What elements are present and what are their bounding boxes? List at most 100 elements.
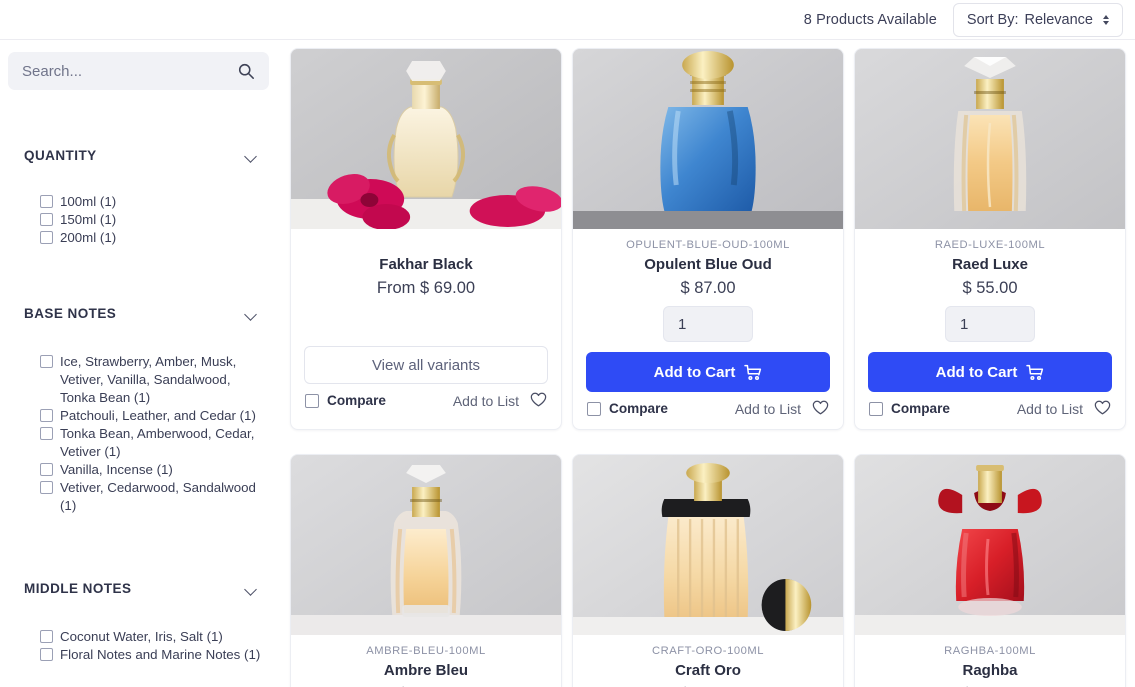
product-actions: Compare Add to List (573, 400, 843, 429)
product-listing-page: 8 Products Available Sort By: Relevance … (0, 0, 1135, 687)
product-actions: Compare Add to List (291, 392, 561, 421)
compare-checkbox[interactable]: Compare (587, 401, 668, 416)
facet-quantity-header[interactable]: QUANTITY (0, 148, 278, 163)
quantity-input[interactable] (663, 306, 753, 342)
checkbox[interactable] (305, 393, 319, 408)
facet-quantity-options: 100ml (1) 150ml (1) 200ml (1) (0, 163, 278, 247)
add-to-list-label: Add to List (734, 400, 801, 417)
shopping-cart-icon (744, 364, 762, 381)
product-image-fakhar-black[interactable] (291, 49, 561, 229)
compare-label: Compare (609, 401, 668, 416)
product-image-raghba[interactable] (855, 455, 1125, 635)
facet-option[interactable]: Floral Notes and Marine Notes (1) (40, 646, 264, 664)
product-card[interactable]: OPULENT-BLUE-OUD-100ML Opulent Blue Oud … (572, 48, 844, 430)
facet-option-label: Floral Notes and Marine Notes (1) (60, 647, 261, 662)
product-info: RAGHBA-100ML Raghba $ 46.00 Add to Cart (855, 635, 1125, 687)
product-info: RAED-LUXE-100ML Raed Luxe $ 55.00 Add to… (855, 229, 1125, 400)
product-name: Craft Oro (675, 662, 741, 679)
chevron-down-icon[interactable] (245, 310, 257, 317)
facet-option[interactable]: Coconut Water, Iris, Salt (1) (40, 628, 264, 646)
facet-base-notes-header[interactable]: BASE NOTES (0, 306, 278, 321)
checkbox[interactable] (40, 231, 53, 244)
view-all-variants-button[interactable]: View all variants (304, 346, 548, 384)
facet-option[interactable]: 150ml (1) (40, 211, 264, 229)
product-row: AMBRE-BLEU-100ML Ambre Bleu $ 93.00 Add … (290, 454, 1135, 687)
checkbox[interactable] (40, 630, 53, 643)
facet-option[interactable]: Ice, Strawberry, Amber, Musk, Vetiver, V… (40, 353, 264, 407)
product-card[interactable]: Fakhar Black From $ 69.00 View all varia… (290, 48, 562, 430)
search-icon[interactable] (237, 62, 255, 80)
checkbox[interactable] (40, 481, 53, 494)
compare-label: Compare (327, 393, 386, 408)
product-sku: RAED-LUXE-100ML (934, 239, 1046, 251)
compare-checkbox[interactable]: Compare (869, 401, 950, 416)
sort-by-label: Sort By: (966, 11, 1019, 28)
product-grid: Fakhar Black From $ 69.00 View all varia… (290, 48, 1135, 687)
sort-by-value: Relevance (1024, 11, 1093, 28)
heart-icon[interactable] (812, 400, 829, 417)
facet-quantity-title: QUANTITY (24, 148, 97, 163)
checkbox[interactable] (40, 427, 53, 440)
facet-option-label: Tonka Bean, Amberwood, Cedar, Vetiver (1… (60, 426, 255, 459)
checkbox[interactable] (40, 648, 53, 661)
facet-option-label: 100ml (1) (60, 194, 117, 209)
add-to-cart-button[interactable]: Add to Cart (868, 352, 1112, 392)
product-info: AMBRE-BLEU-100ML Ambre Bleu $ 93.00 Add … (291, 635, 561, 687)
product-sku: CRAFT-ORO-100ML (651, 645, 765, 657)
chevron-down-icon[interactable] (245, 585, 257, 592)
product-image-opulent-blue-oud[interactable] (573, 49, 843, 229)
sort-by-select[interactable]: Sort By: Relevance (952, 2, 1123, 37)
filters-sidebar: QUANTITY 100ml (1) 150ml (1) 200ml (1) (0, 40, 278, 687)
product-card[interactable]: RAGHBA-100ML Raghba $ 46.00 Add to Cart (854, 454, 1126, 687)
product-image-raed-luxe[interactable] (855, 49, 1125, 229)
add-to-list-button[interactable]: Add to List (1017, 400, 1111, 417)
facet-option[interactable]: Vetiver, Cedarwood, Sandalwood (1) (40, 479, 264, 515)
heart-icon[interactable] (530, 392, 547, 409)
product-price: From $ 69.00 (376, 279, 476, 297)
facet-option[interactable]: Patchouli, Leather, and Cedar (1) (40, 407, 264, 425)
facet-middle-notes-header[interactable]: MIDDLE NOTES (0, 581, 278, 596)
product-row: Fakhar Black From $ 69.00 View all varia… (290, 48, 1135, 430)
add-to-cart-label: Add to Cart (935, 363, 1018, 381)
add-to-list-button[interactable]: Add to List (453, 392, 547, 409)
add-to-list-button[interactable]: Add to List (735, 400, 829, 417)
facet-quantity: QUANTITY 100ml (1) 150ml (1) 200ml (1) (0, 148, 278, 247)
checkbox[interactable] (587, 401, 601, 416)
facet-middle-notes-options: Coconut Water, Iris, Salt (1) Floral Not… (0, 596, 278, 664)
facet-option-label: Patchouli, Leather, and Cedar (1) (60, 408, 256, 423)
chevron-down-icon[interactable] (245, 152, 257, 159)
product-card[interactable]: CRAFT-ORO-100ML Craft Oro $ 75.00 Add to… (572, 454, 844, 687)
add-to-list-label: Add to List (1016, 400, 1083, 417)
checkbox[interactable] (40, 463, 53, 476)
quantity-input[interactable] (945, 306, 1035, 342)
checkbox[interactable] (40, 213, 53, 226)
checkbox[interactable] (40, 355, 53, 368)
product-name: Raed Luxe (952, 256, 1028, 273)
facet-option-label: Vetiver, Cedarwood, Sandalwood (1) (60, 480, 256, 513)
facet-option[interactable]: Tonka Bean, Amberwood, Cedar, Vetiver (1… (40, 425, 264, 461)
compare-label: Compare (891, 401, 950, 416)
facet-base-notes-title: BASE NOTES (24, 306, 117, 321)
search-input[interactable] (22, 62, 237, 80)
facet-option[interactable]: Vanilla, Incense (1) (40, 461, 264, 479)
facet-option-label: Ice, Strawberry, Amber, Musk, Vetiver, V… (60, 354, 237, 405)
product-image-craft-oro[interactable] (573, 455, 843, 635)
product-price: $ 87.00 (680, 279, 736, 297)
checkbox[interactable] (869, 401, 883, 416)
facet-option-label: Coconut Water, Iris, Salt (1) (60, 629, 223, 644)
product-name: Ambre Bleu (383, 662, 469, 679)
product-info: OPULENT-BLUE-OUD-100ML Opulent Blue Oud … (573, 229, 843, 400)
shopping-cart-icon (1026, 364, 1044, 381)
search-box[interactable] (8, 52, 269, 90)
add-to-cart-button[interactable]: Add to Cart (586, 352, 830, 392)
product-image-ambre-bleu[interactable] (291, 455, 561, 635)
checkbox[interactable] (40, 195, 53, 208)
checkbox[interactable] (40, 409, 53, 422)
facet-option[interactable]: 200ml (1) (40, 229, 264, 247)
facet-option[interactable]: 100ml (1) (40, 193, 264, 211)
compare-checkbox[interactable]: Compare (305, 393, 386, 408)
product-card[interactable]: AMBRE-BLEU-100ML Ambre Bleu $ 93.00 Add … (290, 454, 562, 687)
top-toolbar: 8 Products Available Sort By: Relevance (0, 0, 1135, 40)
heart-icon[interactable] (1094, 400, 1111, 417)
product-card[interactable]: RAED-LUXE-100ML Raed Luxe $ 55.00 Add to… (854, 48, 1126, 430)
